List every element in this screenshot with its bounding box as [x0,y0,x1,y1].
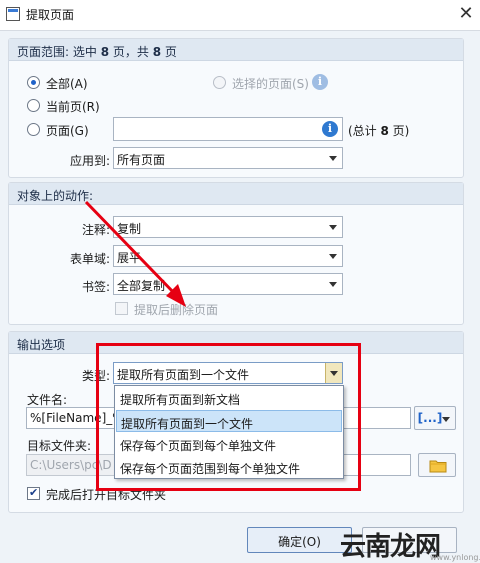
title-bar: 提取页面 ✕ [0,0,480,30]
watermark-url: www.ynlong.com [430,553,480,562]
chevron-down-icon [329,156,337,161]
macro-menu-button[interactable]: [...] [414,406,456,430]
bookmark-combo[interactable]: 全部复制 [113,273,343,295]
radio-pages-label: 页面(G) [46,124,89,138]
apply-to-value: 所有页面 [117,153,166,167]
annotation-label: 注释: [82,223,111,237]
bookmark-label: 书签: [82,280,111,294]
folder-icon [429,460,447,473]
chevron-down-icon [442,417,450,422]
radio-current-page-label: 当前页(R) [46,100,100,114]
total-count: 8 [152,45,162,59]
chevron-down-icon [329,254,337,259]
bookmark-value: 全部复制 [117,279,166,293]
watermark-text: 云南龙网 [340,532,441,562]
object-actions-title: 对象上的动作: [17,189,94,203]
radio-selected-pages[interactable] [213,76,226,89]
apply-to-combo[interactable]: 所有页面 [113,147,343,169]
radio-all[interactable] [27,76,40,89]
form-field-value: 展平 [117,251,142,265]
browse-folder-button[interactable] [418,453,456,477]
window-title: 提取页面 [26,8,75,22]
watermark: 云南龙网 www.ynlong.com [340,522,480,563]
target-folder-label: 目标文件夹: [27,439,92,453]
app-window-icon [6,7,20,21]
delete-after-checkbox[interactable] [115,302,128,315]
close-icon[interactable]: ✕ [454,3,478,25]
form-field-label: 表单域: [70,252,111,266]
pages-input[interactable] [113,117,343,141]
ok-button-label: 确定(O) [278,535,321,549]
annotation-value: 复制 [117,222,142,236]
selected-count: 8 [100,45,110,59]
radio-pages[interactable] [27,123,40,136]
info-icon-pages[interactable]: i [322,121,338,137]
radio-current-page[interactable] [27,99,40,112]
apply-to-label: 应用到: [70,154,111,168]
form-field-combo[interactable]: 展平 [113,245,343,267]
chevron-down-icon [329,225,337,230]
open-after-checkbox[interactable] [27,486,40,500]
output-options-title: 输出选项 [17,338,66,352]
object-actions-header: 对象上的动作: [9,183,463,205]
radio-all-label: 全部(A) [46,77,88,91]
total-pages-value: 8 [380,124,389,138]
info-icon-selected-pages: i [312,74,328,90]
total-pages-label: (总计 8 页) [348,124,410,138]
radio-selected-pages-label: 选择的页面(S) [232,77,309,91]
annotation-highlight-box [96,343,361,491]
page-range-header: 页面范围: 选中 8 页，共 8 页 [9,39,463,61]
page-range-title: 页面范围: 选中 8 页，共 8 页 [17,45,177,59]
annotation-combo[interactable]: 复制 [113,216,343,238]
filename-label: 文件名: [27,393,68,407]
chevron-down-icon [329,282,337,287]
delete-after-label: 提取后删除页面 [134,303,219,317]
ok-button[interactable]: 确定(O) [247,527,352,553]
